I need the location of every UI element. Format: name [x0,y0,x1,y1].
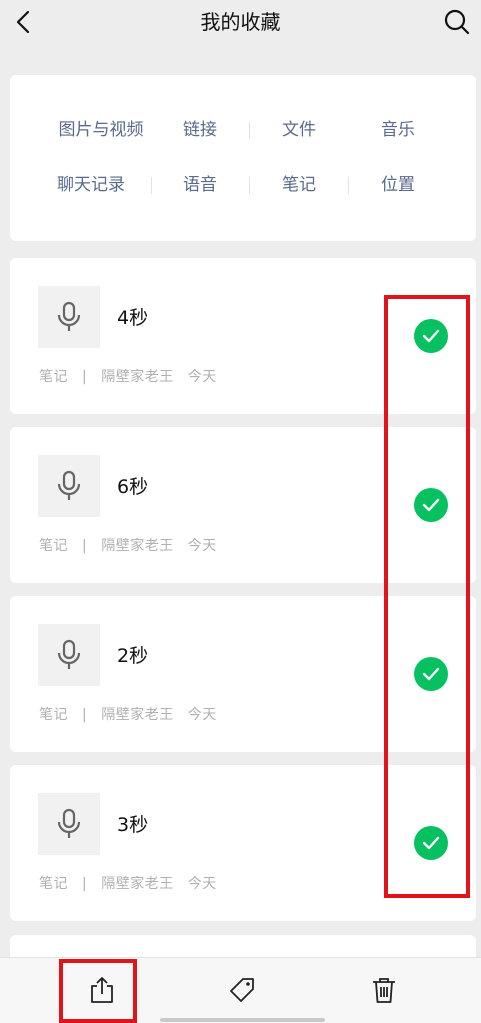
meta-separator: | [82,369,88,385]
item-author: 隔壁家老王 [101,707,174,723]
chevron-left-icon [16,10,30,34]
item-time: 今天 [187,876,217,892]
category-filter-card: 图片与视频 链接 文件 音乐 聊天记录 语音 笔记 位置 [10,75,476,241]
category-files[interactable]: 文件 [269,115,329,145]
voice-thumbnail [38,455,100,517]
voice-thumbnail [38,624,100,686]
selected-checkbox[interactable] [414,319,448,353]
voice-thumbnail [38,286,100,348]
category-links[interactable]: 链接 [170,115,230,145]
item-meta: 笔记 | 隔壁家老王 今天 [39,873,231,893]
checkmark-icon [422,836,440,850]
divider [249,177,250,194]
item-time: 今天 [187,707,217,723]
tag-button[interactable] [222,970,262,1010]
bottom-action-bar [0,957,481,1023]
item-author: 隔壁家老王 [101,876,174,892]
divider [249,122,250,139]
checkmark-icon [422,329,440,343]
tag-icon [230,978,254,1002]
voice-duration: 6秒 [117,476,149,498]
voice-duration: 3秒 [117,814,149,836]
voice-duration: 4秒 [117,307,149,329]
trash-icon [373,978,395,1003]
favorite-item[interactable]: 6秒 笔记 | 隔壁家老王 今天 [10,427,476,583]
item-time: 今天 [187,369,217,385]
voice-thumbnail [38,793,100,855]
item-author: 隔壁家老王 [101,369,174,385]
favorite-item[interactable]: 2秒 笔记 | 隔壁家老王 今天 [10,596,476,752]
checkmark-icon [422,667,440,681]
back-button[interactable] [8,6,40,38]
category-music[interactable]: 音乐 [368,115,428,145]
category-chat-history[interactable]: 聊天记录 [48,170,134,200]
item-type: 笔记 [39,876,68,892]
checkmark-icon [422,498,440,512]
category-row: 图片与视频 链接 文件 音乐 [10,115,476,145]
microphone-icon [57,639,81,669]
search-button[interactable] [441,6,473,38]
item-meta: 笔记 | 隔壁家老王 今天 [39,366,231,386]
item-meta: 笔记 | 隔壁家老王 今天 [39,535,231,555]
delete-button[interactable] [364,970,404,1010]
item-author: 隔壁家老王 [101,538,174,554]
microphone-icon [57,808,81,838]
divider [348,177,349,194]
selected-checkbox[interactable] [414,826,448,860]
favorite-item[interactable]: 4秒 笔记 | 隔壁家老王 今天 [10,258,476,414]
category-row: 聊天记录 语音 笔记 位置 [10,170,476,200]
item-time: 今天 [187,538,217,554]
meta-separator: | [82,707,88,723]
category-location[interactable]: 位置 [368,170,428,200]
share-button[interactable] [82,970,122,1010]
meta-separator: | [82,876,88,892]
meta-separator: | [82,538,88,554]
home-indicator [160,1018,325,1022]
top-bar: 我的收藏 [0,0,481,44]
item-type: 笔记 [39,538,68,554]
microphone-icon [57,470,81,500]
search-icon [444,9,470,35]
voice-duration: 2秒 [117,645,149,667]
item-type: 笔记 [39,707,68,723]
divider [151,177,152,194]
microphone-icon [57,301,81,331]
selected-checkbox[interactable] [414,488,448,522]
selected-checkbox[interactable] [414,657,448,691]
category-voice[interactable]: 语音 [170,170,230,200]
item-meta: 笔记 | 隔壁家老王 今天 [39,704,231,724]
item-type: 笔记 [39,369,68,385]
category-photos-videos[interactable]: 图片与视频 [48,115,154,145]
page-title: 我的收藏 [200,10,281,34]
category-notes[interactable]: 笔记 [269,170,329,200]
share-icon [91,977,113,1003]
favorite-item[interactable]: 3秒 笔记 | 隔壁家老王 今天 [10,765,476,921]
